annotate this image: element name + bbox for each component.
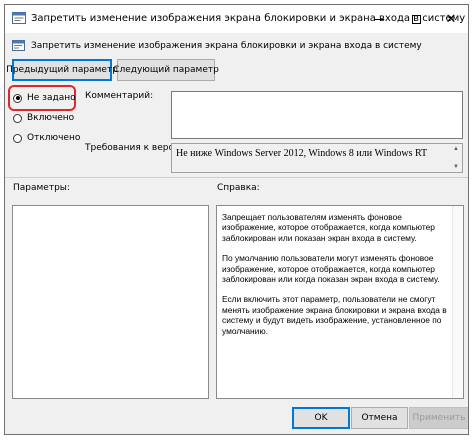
- title-bar[interactable]: Запретить изменение изображения экрана б…: [5, 5, 468, 33]
- maximize-button[interactable]: [398, 5, 434, 33]
- close-icon: ✕: [445, 11, 457, 27]
- help-scrollbar[interactable]: [452, 206, 463, 398]
- help-panel: Запрещает пользователям изменять фоновое…: [216, 205, 464, 399]
- requirements-value: Не ниже Windows Server 2012, Windows 8 и…: [176, 148, 428, 159]
- cancel-button[interactable]: Отмена: [351, 407, 408, 429]
- policy-header: Запретить изменение изображения экрана б…: [11, 39, 451, 55]
- minimize-icon: [374, 18, 384, 20]
- radio-icon: [13, 113, 22, 123]
- comment-label: Комментарий:: [85, 91, 154, 101]
- help-label: Справка:: [217, 183, 260, 193]
- radio-label: Не задано: [27, 93, 76, 103]
- radio-icon: [13, 133, 22, 143]
- help-paragraph: По умолчанию пользователи могут изменять…: [222, 253, 440, 285]
- close-button[interactable]: ✕: [433, 5, 468, 33]
- radio-disabled[interactable]: Отключено: [13, 131, 80, 145]
- policy-name: Запретить изменение изображения экрана б…: [31, 41, 422, 51]
- radio-selected-icon: [13, 93, 22, 103]
- maximize-icon: [411, 14, 421, 24]
- section-divider: [5, 177, 468, 178]
- minimize-button[interactable]: [361, 5, 397, 33]
- params-label: Параметры:: [13, 183, 70, 193]
- radio-enabled[interactable]: Включено: [13, 111, 74, 125]
- previous-setting-button[interactable]: Предыдущий параметр: [6, 59, 118, 81]
- apply-button[interactable]: Применить: [409, 407, 468, 429]
- policy-editor-window: Запретить изменение изображения экрана б…: [4, 4, 469, 435]
- help-paragraph: Запрещает пользователям изменять фоновое…: [222, 212, 435, 243]
- policy-icon: [12, 40, 25, 51]
- requirements-field: Не ниже Windows Server 2012, Windows 8 и…: [171, 143, 463, 173]
- radio-label: Отключено: [27, 133, 81, 143]
- scroll-down-icon[interactable]: ▼: [452, 164, 460, 170]
- scroll-up-icon[interactable]: ▲: [452, 146, 460, 152]
- policy-settings-icon: [12, 12, 26, 24]
- radio-label: Включено: [27, 113, 75, 123]
- help-paragraph: Если включить этот параметр, пользовател…: [222, 294, 447, 336]
- radio-not-configured[interactable]: Не задано: [13, 91, 76, 105]
- next-setting-button[interactable]: Следующий параметр: [113, 59, 219, 81]
- comment-field[interactable]: [171, 91, 463, 139]
- ok-button[interactable]: OK: [292, 407, 350, 429]
- params-panel: [12, 205, 209, 399]
